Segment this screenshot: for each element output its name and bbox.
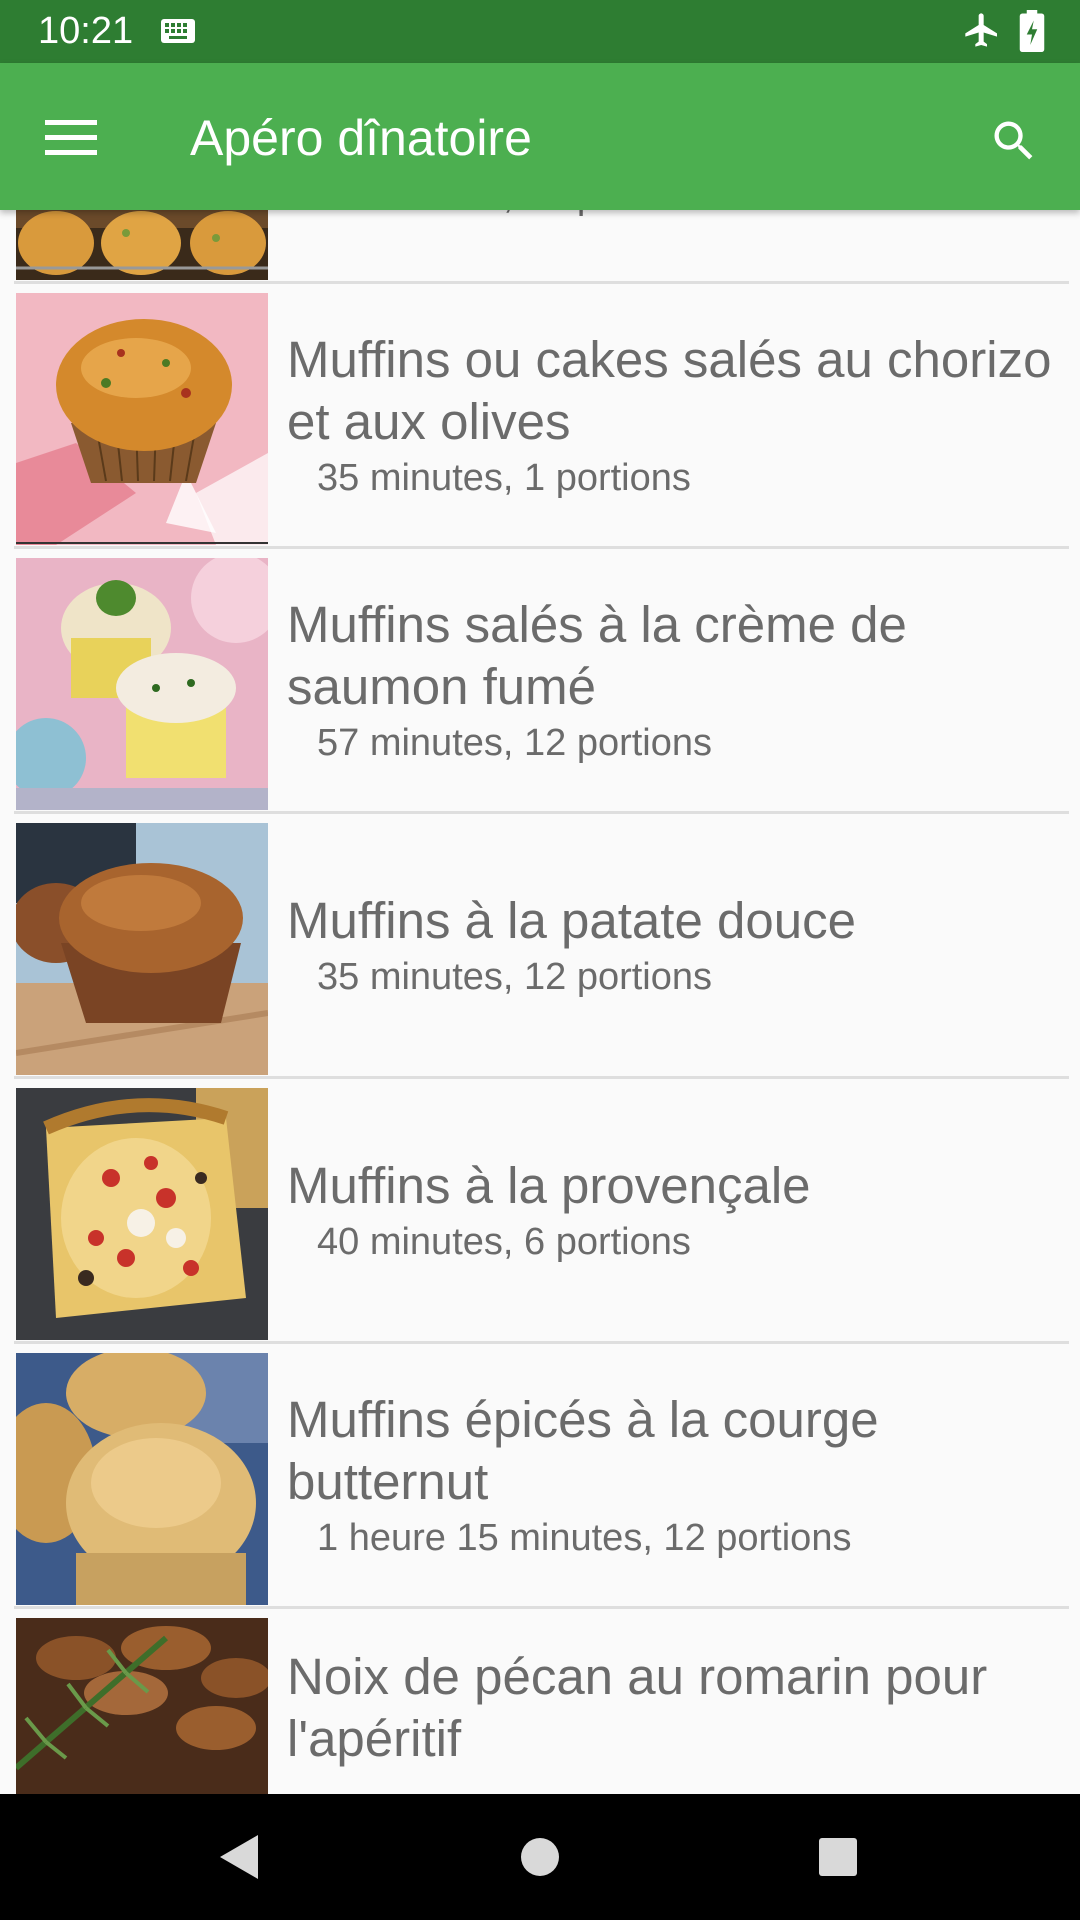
recipe-thumbnail [16,293,268,545]
recipe-title: Muffins épicés à la courge butternut [287,1390,879,1510]
recipe-thumbnail [16,1618,268,1794]
recipe-title: Muffins à la provençale [287,1156,811,1214]
recipe-thumbnail [16,823,268,1075]
recipe-row[interactable]: Muffins à la provençale 40 minutes, 6 po… [14,1080,1069,1344]
recipe-text: Noix de pécan au romarin pour l'apéritif [287,1610,1059,1794]
recipe-row[interactable]: Muffins épicés à la courge butternut 1 h… [14,1345,1069,1609]
menu-button[interactable] [36,103,106,173]
recipe-row[interactable]: Muffins ou cakes salés au chorizo et aux… [14,285,1069,549]
recipe-text: 25 minutes, 12 portions [287,210,1059,281]
recipe-row[interactable]: Muffins salés à la crème de saumon fumé … [14,550,1069,814]
home-button[interactable] [507,1824,573,1890]
app-bar: Apéro dînatoire [0,63,1080,210]
recipe-meta: 35 minutes, 1 portions [317,456,691,499]
recipe-meta: 1 heure 15 minutes, 12 portions [317,1516,852,1559]
recipe-text: Muffins épicés à la courge butternut 1 h… [287,1345,1059,1606]
page-title: Apéro dînatoire [190,110,532,166]
recipe-meta: 35 minutes, 12 portions [317,955,713,998]
keyboard-icon [161,19,195,43]
back-icon [220,1835,258,1879]
recipe-row[interactable]: Muffins à la patate douce 35 minutes, 12… [14,815,1069,1079]
recipe-thumbnail [16,1353,268,1605]
recipe-row[interactable]: 25 minutes, 12 portions [14,210,1069,284]
airplane-mode-icon [965,13,997,47]
back-button[interactable] [207,1824,273,1890]
hamburger-menu-icon [45,120,97,155]
recipe-text: Muffins à la provençale 40 minutes, 6 po… [287,1080,1059,1341]
status-time: 10:21 [38,10,134,52]
search-icon [994,121,1033,160]
recipe-thumbnail [16,210,268,280]
recipe-thumbnail [16,1088,268,1340]
navigation-bar [0,1794,1080,1920]
recents-icon [819,1838,857,1876]
recipe-title: Noix de pécan au romarin pour l'apéritif [287,1648,988,1767]
recipe-meta: 57 minutes, 12 portions [317,721,713,764]
recipe-title: Muffins ou cakes salés au chorizo et aux… [287,330,1052,450]
recents-button[interactable] [805,1824,871,1890]
recipe-meta: 40 minutes, 6 portions [317,1220,691,1263]
search-button[interactable] [980,107,1048,175]
recipe-title: Muffins à la patate douce [287,891,856,949]
home-icon [521,1838,559,1876]
recipe-text: Muffins salés à la crème de saumon fumé … [287,550,1059,811]
battery-charging-icon [1019,10,1045,52]
recipe-meta: 25 minutes, 12 portions [317,210,1059,221]
recipe-text: Muffins ou cakes salés au chorizo et aux… [287,285,1059,546]
status-bar: 10:21 [0,0,1080,63]
recipe-thumbnail [16,558,268,810]
recipe-title: Muffins salés à la crème de saumon fumé [287,595,907,715]
recipe-list[interactable]: 25 minutes, 12 portions [0,210,1080,1794]
recipe-row[interactable]: Noix de pécan au romarin pour l'apéritif [14,1610,1069,1794]
recipe-text: Muffins à la patate douce 35 minutes, 12… [287,815,1059,1076]
